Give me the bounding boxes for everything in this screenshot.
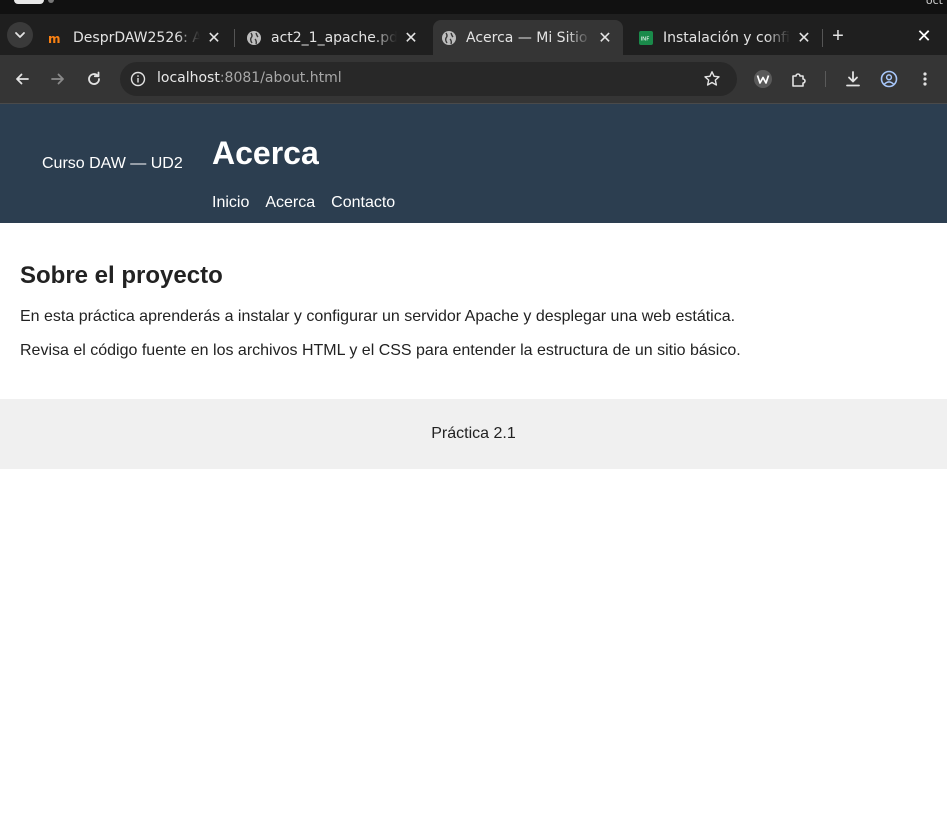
paragraph: En esta práctica aprenderás a instalar y… bbox=[20, 308, 736, 325]
close-icon[interactable]: ✕ bbox=[204, 28, 224, 48]
site-footer: Práctica 2.1 bbox=[0, 399, 947, 469]
site-header: Curso DAW — UD2 Acerca Inicio Acerca Con… bbox=[0, 104, 947, 223]
os-top-bar: oct bbox=[0, 0, 947, 14]
download-icon bbox=[846, 71, 860, 87]
svg-text:INF: INF bbox=[641, 36, 650, 42]
nav-link-acerca[interactable]: Acerca bbox=[265, 194, 315, 212]
close-icon[interactable]: ✕ bbox=[595, 28, 615, 48]
site-brand: Curso DAW — UD2 bbox=[42, 155, 183, 172]
chevron-down-icon bbox=[15, 32, 25, 38]
extension-w-button[interactable] bbox=[751, 67, 775, 91]
nav-link-inicio[interactable]: Inicio bbox=[212, 194, 249, 212]
section-heading: Sobre el proyecto bbox=[20, 262, 223, 289]
profile-icon bbox=[880, 70, 898, 88]
address-bar[interactable]: localhost:8081/about.html bbox=[120, 62, 737, 96]
arrow-right-icon bbox=[51, 73, 64, 85]
tab-separator bbox=[822, 29, 823, 47]
os-clock[interactable]: oct bbox=[926, 0, 943, 7]
svg-text:m: m bbox=[48, 32, 61, 46]
main-content: Sobre el proyecto En esta práctica apren… bbox=[20, 262, 920, 375]
kebab-menu-icon bbox=[923, 72, 927, 86]
downloads-button[interactable] bbox=[841, 67, 865, 91]
url-host: localhost bbox=[157, 70, 220, 86]
moodle-icon: m bbox=[48, 30, 64, 46]
browser-toolbar: localhost:8081/about.html bbox=[0, 55, 947, 104]
window-close-button[interactable]: ✕ bbox=[912, 24, 936, 48]
arrow-left-icon bbox=[16, 73, 29, 85]
nav-link-contacto[interactable]: Contacto bbox=[331, 194, 395, 212]
page-title: Acerca bbox=[212, 135, 319, 171]
close-icon[interactable]: ✕ bbox=[401, 28, 421, 48]
reload-button[interactable] bbox=[82, 67, 106, 91]
paragraph: Revisa el código fuente en los archivos … bbox=[20, 342, 741, 359]
tab-acerca-active[interactable]: Acerca — Mi Sitio ✕ bbox=[433, 20, 623, 55]
plus-icon: + bbox=[832, 24, 844, 47]
close-icon[interactable]: ✕ bbox=[794, 28, 814, 48]
close-icon: ✕ bbox=[916, 25, 932, 46]
os-activities-pill[interactable] bbox=[14, 0, 44, 4]
new-tab-button[interactable]: + bbox=[826, 24, 850, 48]
tab-title: Acerca — Mi Sitio bbox=[466, 29, 591, 46]
tab-moodle[interactable]: m DesprDAW2526: A ✕ bbox=[36, 20, 232, 55]
bookmark-star-icon[interactable] bbox=[703, 70, 721, 88]
footer-text: Práctica 2.1 bbox=[431, 425, 516, 442]
tab-pdf[interactable]: act2_1_apache.pd ✕ bbox=[234, 20, 429, 55]
back-button[interactable] bbox=[10, 67, 34, 91]
extensions-button[interactable] bbox=[787, 67, 811, 91]
browser-tab-strip: m DesprDAW2526: A ✕ act2_1_apache.pd ✕ A… bbox=[0, 14, 947, 55]
info-icon[interactable] bbox=[130, 71, 146, 87]
menu-button[interactable] bbox=[913, 67, 937, 91]
globe-icon bbox=[441, 30, 457, 46]
tab-title: Instalación y confi bbox=[663, 29, 790, 46]
tab-search-button[interactable] bbox=[7, 22, 33, 48]
w-extension-icon bbox=[754, 70, 772, 88]
url-path: :8081/about.html bbox=[219, 70, 342, 86]
toolbar-separator bbox=[825, 71, 826, 87]
globe-icon bbox=[246, 30, 262, 46]
os-indicator-dot bbox=[48, 0, 54, 3]
tab-title: act2_1_apache.pd bbox=[271, 29, 397, 46]
profile-button[interactable] bbox=[877, 67, 901, 91]
tab-instalacion[interactable]: INF Instalación y confi ✕ bbox=[626, 20, 822, 55]
url-text[interactable]: localhost:8081/about.html bbox=[157, 70, 342, 86]
forward-button[interactable] bbox=[46, 67, 70, 91]
tab-title: DesprDAW2526: A bbox=[73, 29, 200, 46]
site-nav: Inicio Acerca Contacto bbox=[212, 194, 411, 212]
sheet-icon: INF bbox=[638, 30, 654, 46]
puzzle-icon bbox=[792, 73, 806, 87]
reload-icon bbox=[88, 71, 100, 85]
